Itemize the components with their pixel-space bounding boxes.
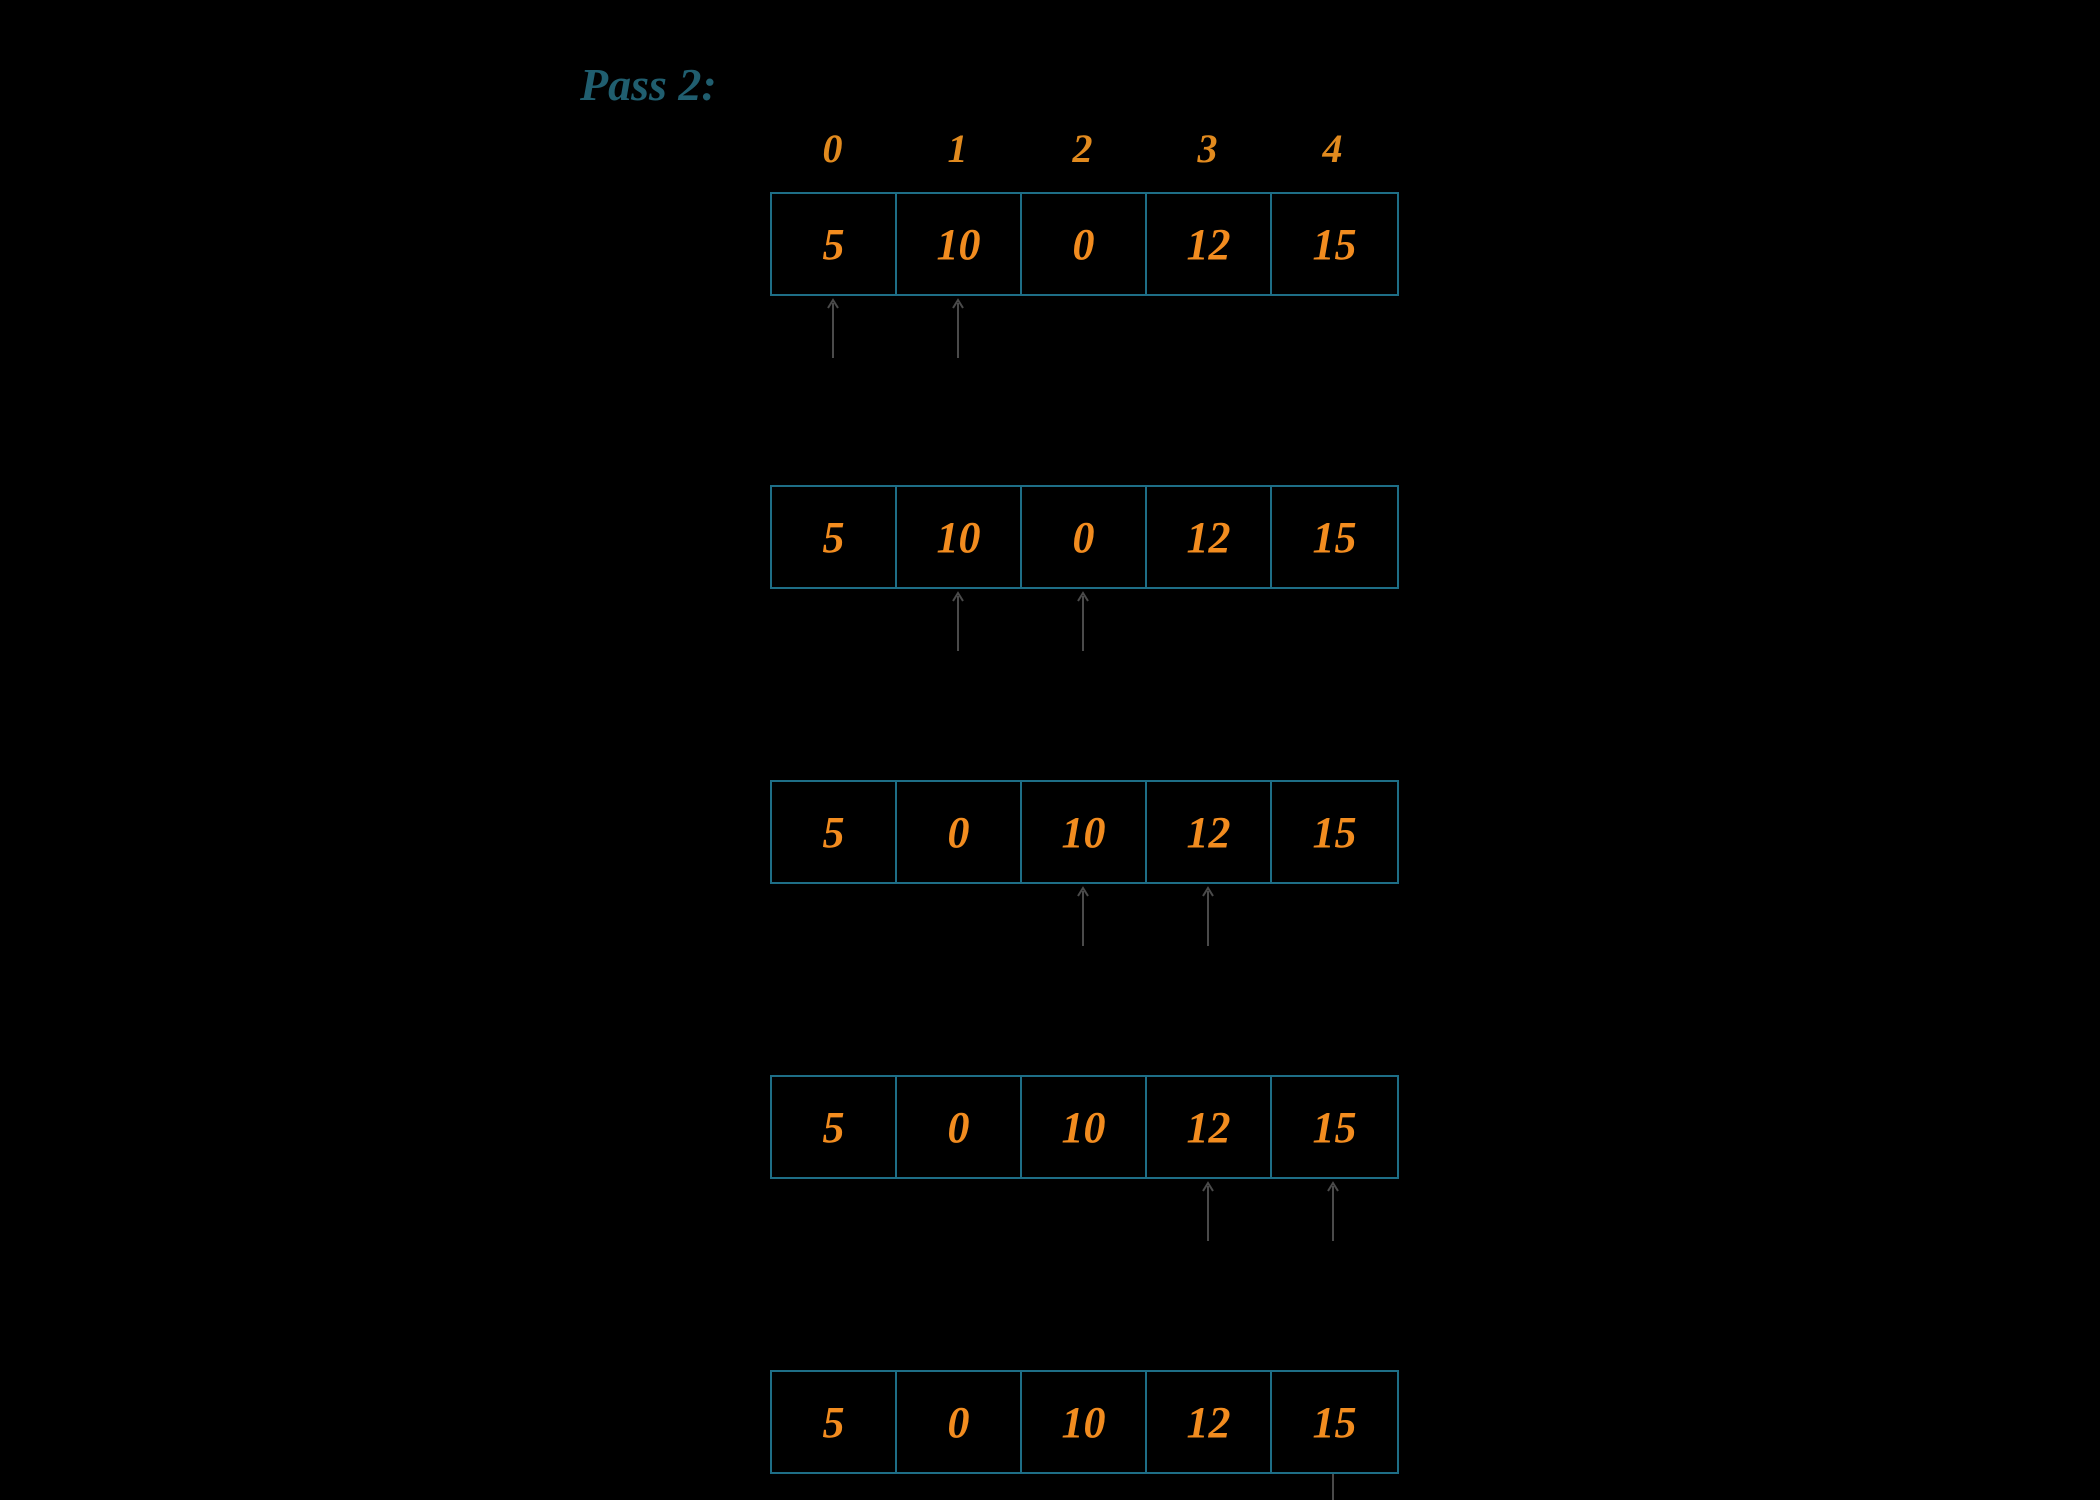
result-down-arrow-icon: [1326, 1474, 1336, 1500]
compare-up-arrow-icon: [951, 296, 961, 356]
array-cell: 0: [1022, 487, 1147, 587]
compare-up-arrow-icon: [1201, 884, 1211, 944]
index-label: 1: [895, 125, 1020, 172]
pass-title: Pass 2:: [580, 58, 717, 111]
array-cell: 12: [1147, 1372, 1272, 1472]
index-row: 01234: [770, 125, 1395, 172]
array-cell: 10: [897, 194, 1022, 294]
array-row: 51001215: [770, 192, 1399, 296]
array-cell: 12: [1147, 487, 1272, 587]
compare-up-arrow-icon: [1326, 1179, 1336, 1239]
array-cell: 10: [1022, 1077, 1147, 1177]
array-cell: 0: [1022, 194, 1147, 294]
array-cell: 15: [1272, 1077, 1397, 1177]
array-cell: 5: [772, 194, 897, 294]
compare-up-arrow-icon: [826, 296, 836, 356]
array-cell: 15: [1272, 487, 1397, 587]
array-row: 51001215: [770, 485, 1399, 589]
array-cell: 15: [1272, 194, 1397, 294]
array-cell: 12: [1147, 1077, 1272, 1177]
array-row: 50101215: [770, 1075, 1399, 1179]
array-cell: 5: [772, 487, 897, 587]
index-label: 2: [1020, 125, 1145, 172]
compare-up-arrow-icon: [1076, 589, 1086, 649]
array-cell: 12: [1147, 782, 1272, 882]
array-cell: 12: [1147, 194, 1272, 294]
index-label: 0: [770, 125, 895, 172]
array-cell: 15: [1272, 782, 1397, 882]
compare-up-arrow-icon: [951, 589, 961, 649]
array-cell: 5: [772, 1372, 897, 1472]
array-cell: 5: [772, 1077, 897, 1177]
array-cell: 10: [1022, 1372, 1147, 1472]
compare-up-arrow-icon: [1201, 1179, 1211, 1239]
array-row: 50101215: [770, 1370, 1399, 1474]
compare-up-arrow-icon: [1076, 884, 1086, 944]
index-label: 3: [1145, 125, 1270, 172]
array-cell: 0: [897, 1372, 1022, 1472]
array-cell: 10: [1022, 782, 1147, 882]
index-label: 4: [1270, 125, 1395, 172]
array-cell: 5: [772, 782, 897, 882]
array-cell: 0: [897, 1077, 1022, 1177]
array-row: 50101215: [770, 780, 1399, 884]
array-cell: 15: [1272, 1372, 1397, 1472]
diagram-stage: Pass 2:012345100121551001215501012155010…: [0, 0, 2100, 1500]
array-cell: 10: [897, 487, 1022, 587]
array-cell: 0: [897, 782, 1022, 882]
